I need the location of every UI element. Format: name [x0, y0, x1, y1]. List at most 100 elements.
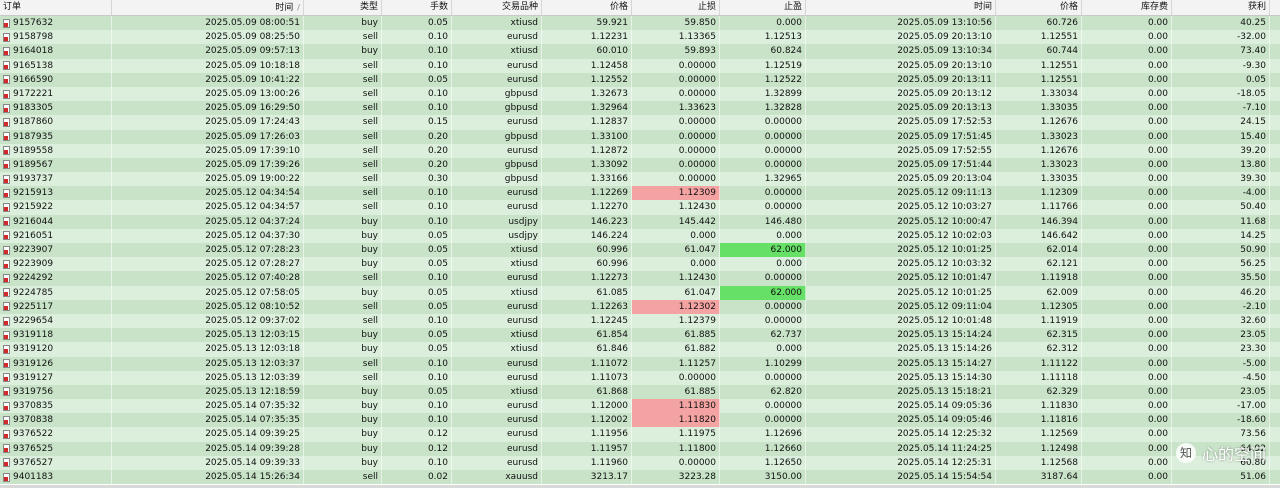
table-row[interactable]: 9187935 2025.05.09 17:26:03 sell 0.20 gbpusd…: [0, 129, 1280, 144]
table-row[interactable]: 9225117 2025.05.12 08:10:52 sell 0.05 eurusd…: [0, 299, 1280, 314]
table-row[interactable]: 9370835 2025.05.14 07:35:32 buy 0.10 eurusd 1…: [0, 399, 1280, 414]
cell-text: 23.30: [1240, 344, 1266, 355]
table-row[interactable]: 9164018 2025.05.09 09:57:13 buy 0.10 xtiusd 6…: [0, 44, 1280, 59]
column-header-sl[interactable]: 止损: [632, 0, 720, 15]
table-row[interactable]: 9223907 2025.05.12 07:28:23 buy 0.05 xtiusd 6…: [0, 243, 1280, 258]
cell-lots: 0.05: [382, 328, 452, 343]
table-row[interactable]: 9229654 2025.05.12 09:37:02 sell 0.10 eurusd…: [0, 313, 1280, 329]
column-header-swap[interactable]: 库存费: [1082, 0, 1172, 15]
cell-symbol: usdjpy: [452, 214, 542, 229]
cell-open-time: 2025.05.14 15:26:34: [112, 470, 304, 485]
table-row[interactable]: 9172221 2025.05.09 13:00:26 sell 0.10 gbpusd…: [0, 86, 1280, 102]
cell-symbol: eurusd: [452, 30, 542, 45]
table-row[interactable]: 9319756 2025.05.13 12:18:59 buy 0.05 xtiusd 6…: [0, 384, 1280, 400]
cell-close-price: 62.329: [996, 384, 1082, 400]
cell-lots: 0.05: [382, 342, 452, 357]
cell-tp: 1.12660: [720, 441, 806, 456]
table-row[interactable]: 9376522 2025.05.14 09:39:25 buy 0.12 eurusd 1…: [0, 427, 1280, 442]
cell-symbol: xtiusd: [452, 243, 542, 258]
cell-ticket: 9376527: [0, 455, 112, 470]
column-header-profit[interactable]: 获利: [1172, 0, 1270, 15]
cell-text: 1.12379: [678, 315, 716, 326]
table-row[interactable]: 9319126 2025.05.13 12:03:37 sell 0.10 eurusd…: [0, 356, 1280, 371]
column-header-label: 价格: [1059, 2, 1078, 12]
cell-lots: 0.10: [382, 313, 452, 329]
table-row[interactable]: 9183305 2025.05.09 16:29:50 sell 0.10 gbpusd…: [0, 101, 1280, 116]
cell-lots: 0.05: [382, 384, 452, 400]
cell-lots: 0.10: [382, 186, 452, 201]
column-header-type[interactable]: 类型: [304, 0, 382, 15]
cell-close-price: 1.11919: [996, 313, 1082, 329]
cell-tp: 0.00000: [720, 115, 806, 130]
cell-price: 1.11956: [542, 427, 632, 442]
cell-price: 1.11957: [542, 441, 632, 456]
cell-open-time: 2025.05.13 12:03:18: [112, 342, 304, 357]
cell-text: 2025.05.12 10:03:32: [897, 259, 992, 270]
column-header-price[interactable]: 价格: [542, 0, 632, 15]
cell-price: 61.846: [542, 342, 632, 357]
column-header-tp[interactable]: 止盈: [720, 0, 806, 15]
cell-tp: 146.480: [720, 214, 806, 229]
table-row[interactable]: 9165138 2025.05.09 10:18:18 sell 0.10 eurusd…: [0, 58, 1280, 73]
cell-lots: 0.05: [382, 243, 452, 258]
table-row[interactable]: 9319118 2025.05.13 12:03:15 buy 0.05 xtiusd 6…: [0, 328, 1280, 343]
cell-text: 0.00000: [678, 60, 716, 71]
cell-text: 61.854: [596, 330, 629, 341]
table-row[interactable]: 9223909 2025.05.12 07:28:27 buy 0.05 xtiusd 6…: [0, 257, 1280, 272]
cell-text: 0.000: [776, 18, 802, 28]
column-header-close-time[interactable]: 时间: [806, 0, 996, 15]
cell-ticket: 9164018: [0, 44, 112, 59]
table-row[interactable]: 9224292 2025.05.12 07:40:28 sell 0.10 eurusd…: [0, 271, 1280, 286]
table-row[interactable]: 9401183 2025.05.14 15:26:34 sell 0.02 xauusd…: [0, 470, 1280, 485]
cell-text: 0.00: [1147, 46, 1168, 57]
cell-text: 59.850: [684, 18, 717, 28]
table-row[interactable]: 9187860 2025.05.09 17:24:43 sell 0.15 eurusd…: [0, 115, 1280, 130]
table-row[interactable]: 9319120 2025.05.13 12:03:18 buy 0.05 xtiusd 6…: [0, 342, 1280, 357]
cell-type: sell: [304, 299, 382, 314]
cell-text: 1.12273: [590, 273, 628, 284]
cell-symbol: xtiusd: [452, 44, 542, 59]
column-header-close-price[interactable]: 价格: [996, 0, 1082, 15]
table-row[interactable]: 9166590 2025.05.09 10:41:22 sell 0.05 eurusd…: [0, 72, 1280, 87]
cell-sl: 0.00000: [632, 58, 720, 73]
column-header-lots[interactable]: 手数: [382, 0, 452, 15]
table-row[interactable]: 9215922 2025.05.12 04:34:57 sell 0.10 eurusd…: [0, 200, 1280, 215]
column-header-symbol[interactable]: 交易品种: [452, 0, 542, 15]
table-row[interactable]: 9319127 2025.05.13 12:03:39 sell 0.10 eurusd…: [0, 370, 1280, 385]
table-row[interactable]: 9158798 2025.05.09 08:25:50 sell 0.10 eurusd…: [0, 30, 1280, 45]
column-header-label: 价格: [609, 2, 628, 12]
cell-profit: 73.56: [1172, 427, 1270, 442]
cell-swap: 0.00: [1082, 172, 1172, 187]
cell-open-time: 2025.05.14 07:35:32: [112, 399, 304, 414]
table-row[interactable]: 9224785 2025.05.12 07:58:05 buy 0.05 xtiusd 6…: [0, 285, 1280, 300]
cell-profit: 23.05: [1172, 328, 1270, 343]
table-row[interactable]: 9193737 2025.05.09 19:00:22 sell 0.30 gbpusd…: [0, 172, 1280, 187]
table-row[interactable]: 9189558 2025.05.09 17:39:10 sell 0.20 eurusd…: [0, 143, 1280, 158]
cell-sl: 1.33623: [632, 101, 720, 116]
table-row[interactable]: 9157632 2025.05.09 08:00:51 buy 0.05 xtiusd 5…: [0, 16, 1280, 31]
cell-sl: 1.13365: [632, 30, 720, 45]
table-row[interactable]: 9189567 2025.05.09 17:39:26 sell 0.20 gbpusd…: [0, 157, 1280, 173]
cell-text: 9319126: [13, 358, 54, 369]
cell-symbol: gbpusd: [452, 157, 542, 173]
cell-text: xtiusd: [510, 18, 538, 28]
cell-sl: 3223.28: [632, 470, 720, 485]
table-row[interactable]: 9215913 2025.05.12 04:34:54 sell 0.10 eurusd…: [0, 186, 1280, 201]
cell-text: 24.15: [1240, 117, 1266, 128]
trade-history-table: 订单 时间 / 类型 手数 交易品种 价格 止损 止盈 时间 价格 库存费 获利 9157632 2025…: [0, 0, 1280, 485]
cell-text: 0.00: [1147, 88, 1168, 99]
table-row[interactable]: 9376527 2025.05.14 09:39:33 buy 0.10 eurusd 1…: [0, 455, 1280, 470]
table-row[interactable]: 9376525 2025.05.14 09:39:28 buy 0.12 eurusd 1…: [0, 441, 1280, 456]
table-row[interactable]: 9370838 2025.05.14 07:35:35 buy 0.10 eurusd 1…: [0, 413, 1280, 428]
cell-type: buy: [304, 427, 382, 442]
table-row[interactable]: 9216051 2025.05.12 04:37:30 buy 0.05 usdjpy 1…: [0, 228, 1280, 243]
order-ticket-icon: [3, 430, 10, 440]
cell-type: buy: [304, 228, 382, 243]
table-row[interactable]: 9216044 2025.05.12 04:37:24 buy 0.10 usdjpy 1…: [0, 214, 1280, 229]
cell-profit: 11.68: [1172, 214, 1270, 229]
cell-text: 1.32673: [590, 88, 628, 99]
column-header-open-time[interactable]: 时间 /: [112, 0, 304, 15]
order-ticket-icon: [3, 174, 10, 184]
cell-text: xtiusd: [510, 259, 538, 270]
column-header-ticket[interactable]: 订单: [0, 0, 112, 15]
